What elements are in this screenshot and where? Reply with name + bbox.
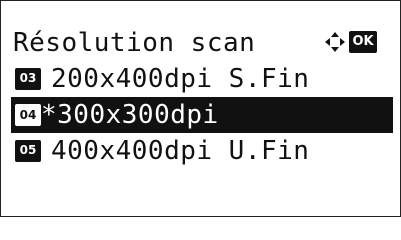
ok-key-icon: OK <box>349 31 377 53</box>
list-item-option-04-selected[interactable]: 04 *300x300dpi <box>11 97 393 133</box>
list-item-option-05[interactable]: 05 400x400dpi U.Fin <box>11 133 393 169</box>
option-label: 200x400dpi S.Fin <box>51 64 310 94</box>
lcd-screen: Résolution scan OK 03 200x400dpi S.Fin 0… <box>0 0 401 217</box>
option-number-badge: 03 <box>15 68 41 90</box>
option-number-badge: 05 <box>15 140 41 162</box>
option-label: *300x300dpi <box>41 100 219 130</box>
option-number-badge: 04 <box>15 104 41 126</box>
four-way-arrow-icon <box>325 32 345 52</box>
option-label: 400x400dpi U.Fin <box>51 136 310 166</box>
screen-title: Résolution scan <box>13 28 256 58</box>
list-item-option-03[interactable]: 03 200x400dpi S.Fin <box>11 61 393 97</box>
